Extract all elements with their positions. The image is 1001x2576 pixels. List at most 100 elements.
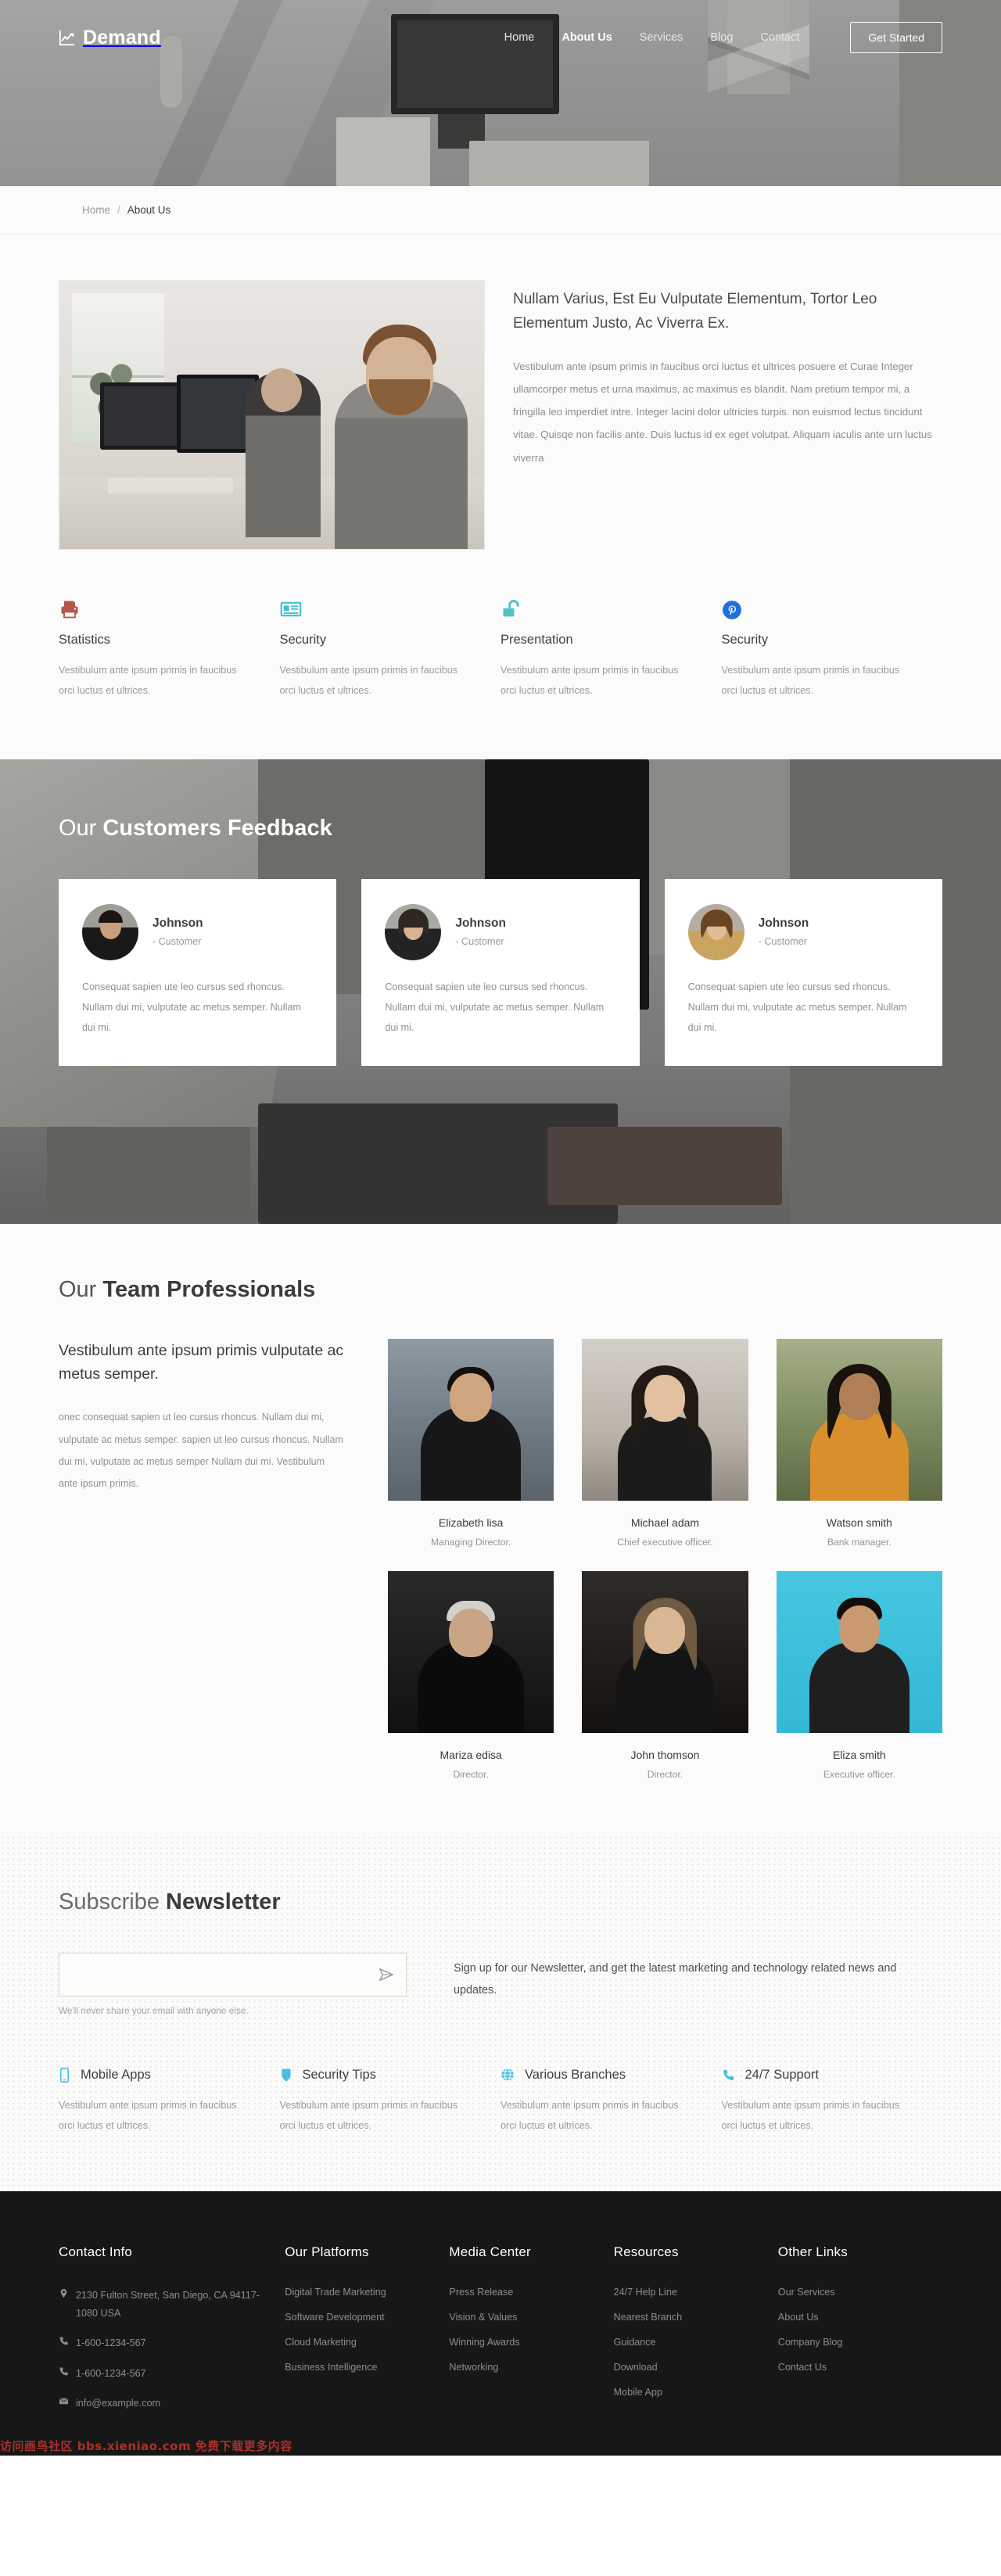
footer-link[interactable]: Winning Awards [449, 2337, 596, 2348]
newsletter-field [59, 1952, 407, 1997]
nav-item-home[interactable]: Home [504, 31, 535, 44]
footer-email[interactable]: info@example.com [59, 2395, 267, 2413]
feature-title: Statistics [59, 633, 111, 647]
nav-item-services[interactable]: Services [640, 31, 683, 44]
footer-link[interactable]: Our Services [778, 2287, 925, 2298]
feedback-card: Johnson - Customer Consequat sapien ute … [361, 878, 640, 1067]
newsletter-copy: Sign up for our Newsletter, and get the … [454, 1961, 897, 1997]
footer-column-contact-info: Contact Info 2130 Fulton Street, San Die… [59, 2244, 285, 2424]
team-member-card[interactable]: Mariza edisa Director. [388, 1570, 554, 1780]
main-navbar: Demand Home About Us Services Blog Conta… [0, 0, 1001, 75]
feature-card-statistics: Statistics Vestibulum ante ipsum primis … [59, 590, 280, 701]
nav-item-contact[interactable]: Contact [760, 31, 799, 44]
newsletter-email-input[interactable] [59, 1953, 406, 1996]
avatar [385, 903, 442, 960]
newsletter-heading: Subscribe Newsletter [59, 1889, 942, 1915]
footer-link[interactable]: Digital Trade Marketing [285, 2287, 432, 2298]
newsletter-submit-button[interactable] [378, 1966, 395, 1983]
footer-link[interactable]: Mobile App [614, 2387, 761, 2398]
mobile-icon [59, 2067, 70, 2083]
team-member-card[interactable]: Michael adam Chief executive officer. [582, 1338, 748, 1548]
team-intro: Vestibulum ante ipsum primis vulputate a… [59, 1339, 360, 1780]
about-page: Demand Home About Us Services Blog Conta… [0, 0, 1001, 2456]
footer-phone-1[interactable]: 1-600-1234-567 [59, 2334, 267, 2352]
member-role: Director. [647, 1768, 683, 1780]
member-name: John thomson [630, 1748, 700, 1761]
feature-cards-row: Statistics Vestibulum ante ipsum primis … [0, 550, 1001, 759]
newsletter-section: Subscribe Newsletter We'll never share y… [0, 1834, 1001, 2068]
footer-column-title: Contact Info [59, 2244, 133, 2259]
feedback-quote: Consequat sapien ute leo cursus sed rhon… [82, 981, 301, 1033]
footer-column-title: Resources [613, 2244, 679, 2259]
breadcrumb: Home / About Us [0, 186, 1001, 235]
nav-links: Home About Us Services Blog Contact Get … [504, 22, 942, 53]
team-heading-light: Our [59, 1276, 103, 1302]
member-role: Managing Director. [431, 1536, 511, 1548]
bottom-feature-support: 24/7 Support Vestibulum ante ipsum primi… [722, 2068, 943, 2137]
about-body: Vestibulum ante ipsum primis in faucibus… [513, 360, 932, 464]
footer-link[interactable]: Guidance [614, 2337, 761, 2348]
footer-address-text: 2130 Fulton Street, San Diego, CA 94117-… [76, 2289, 260, 2319]
footer-link[interactable]: Nearest Branch [614, 2312, 761, 2323]
watermark-text: 访问画鸟社区 bbs.xieniao.com 免费下载更多内容 [0, 2439, 292, 2454]
member-name: Michael adam [630, 1516, 700, 1529]
breadcrumb-home[interactable]: Home [82, 204, 110, 216]
footer-link[interactable]: 24/7 Help Line [614, 2287, 761, 2298]
footer-link[interactable]: About Us [778, 2312, 925, 2323]
feature-desc: Vestibulum ante ipsum primis in faucibus… [721, 665, 900, 697]
feedback-role: - Customer [455, 936, 504, 948]
feedback-role: - Customer [152, 936, 202, 948]
team-member-card[interactable]: Watson smith Bank manager. [776, 1338, 942, 1548]
nav-item-blog[interactable]: Blog [710, 31, 733, 44]
get-started-button[interactable]: Get Started [850, 22, 942, 53]
nav-item-about-us[interactable]: About Us [561, 31, 612, 44]
team-member-grid: Elizabeth lisa Managing Director. Michae… [388, 1338, 942, 1780]
member-name: Mariza edisa [440, 1748, 502, 1761]
member-photo [388, 1338, 554, 1501]
brand-logo[interactable]: Demand [59, 27, 161, 49]
footer-link[interactable]: Company Blog [778, 2337, 925, 2348]
newspaper-icon [280, 590, 470, 620]
footer-link[interactable]: Press Release [449, 2287, 596, 2298]
member-name: Elizabeth lisa [438, 1516, 504, 1529]
member-role: Chief executive officer. [617, 1536, 713, 1548]
member-photo [776, 1570, 942, 1733]
printer-icon [59, 590, 249, 620]
footer-link[interactable]: Download [614, 2362, 761, 2373]
feedback-heading-light: Our [59, 815, 103, 841]
footer-link[interactable]: Networking [449, 2362, 596, 2373]
feedback-heading-bold: Customers Feedback [102, 815, 332, 841]
feedback-card: Johnson - Customer Consequat sapien ute … [664, 878, 942, 1067]
footer-link[interactable]: Business Intelligence [285, 2362, 432, 2373]
footer-link[interactable]: Vision & Values [449, 2312, 596, 2323]
about-title: Nullam Varius, Est Eu Vulputate Elementu… [513, 291, 877, 332]
about-text-block: Nullam Varius, Est Eu Vulputate Elementu… [513, 280, 942, 550]
footer-link[interactable]: Cloud Marketing [285, 2337, 432, 2348]
phone-icon [59, 2366, 68, 2376]
feature-title: Presentation [500, 633, 573, 647]
footer-column-title: Media Center [449, 2244, 531, 2259]
footer-link[interactable]: Software Development [285, 2312, 432, 2323]
footer-column-resources: Resources 24/7 Help Line Nearest Branch … [614, 2244, 778, 2424]
breadcrumb-current: About Us [127, 204, 171, 216]
feature-card-presentation: Presentation Vestibulum ante ipsum primi… [500, 590, 722, 701]
phone-icon [59, 2337, 68, 2345]
member-role: Bank manager. [827, 1536, 892, 1548]
feature-desc: Vestibulum ante ipsum primis in faucibus… [500, 665, 679, 697]
brand-name: Demand [83, 26, 161, 48]
bottom-feature-mobile-apps: Mobile Apps Vestibulum ante ipsum primis… [59, 2067, 280, 2137]
member-name: Watson smith [826, 1516, 892, 1529]
paper-plane-icon [379, 1968, 393, 1981]
footer-phone-2[interactable]: 1-600-1234-567 [59, 2365, 267, 2383]
footer-column-media-center: Media Center Press Release Vision & Valu… [449, 2244, 613, 2424]
feature-desc: Vestibulum ante ipsum primis in faucibus… [59, 665, 237, 697]
feedback-card: Johnson - Customer Consequat sapien ute … [59, 878, 337, 1067]
team-member-card[interactable]: Elizabeth lisa Managing Director. [388, 1338, 554, 1548]
team-member-card[interactable]: Eliza smith Executive officer. [776, 1570, 942, 1780]
feature-card-security-2: Security Vestibulum ante ipsum primis in… [722, 590, 943, 701]
envelope-icon [59, 2398, 68, 2405]
team-member-card[interactable]: John thomson Director. [582, 1570, 748, 1780]
newsletter-privacy-note: We'll never share your email with anyone… [59, 2004, 249, 2016]
bottom-feature-desc: Vestibulum ante ipsum primis in faucibus… [279, 2099, 458, 2132]
footer-link[interactable]: Contact Us [778, 2362, 925, 2373]
